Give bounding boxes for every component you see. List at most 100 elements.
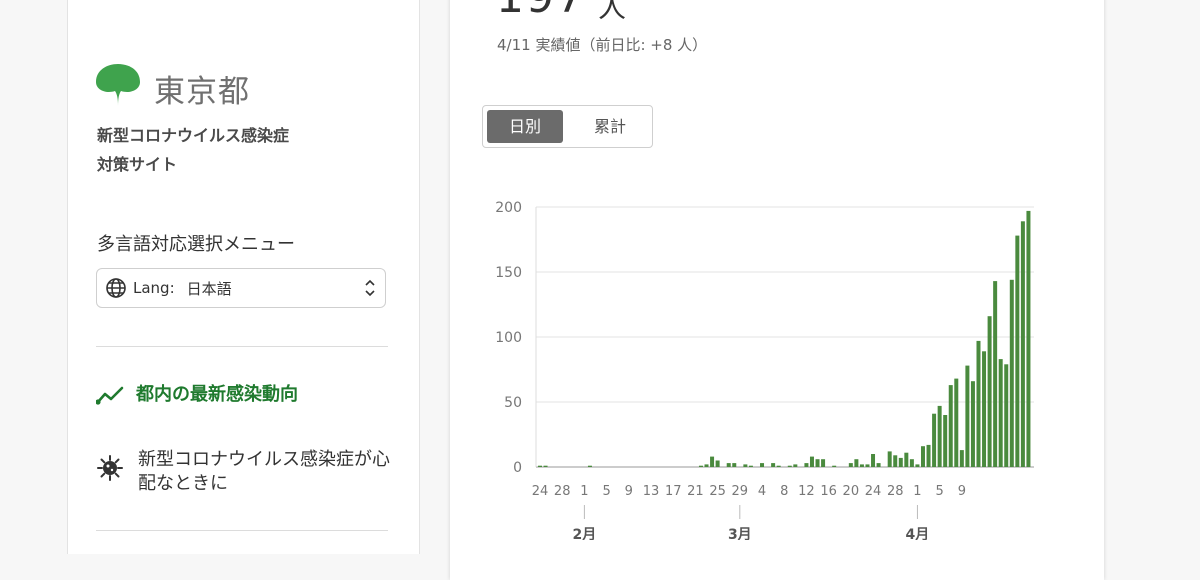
bar xyxy=(909,459,914,467)
virus-icon xyxy=(96,454,124,489)
x-tick-label: 29 xyxy=(732,484,749,499)
bar xyxy=(787,465,792,467)
bar xyxy=(743,464,748,467)
x-tick-label: 28 xyxy=(887,484,904,499)
x-tick-label: 20 xyxy=(843,484,860,499)
divider xyxy=(96,530,388,531)
bar xyxy=(937,405,942,467)
x-tick-label: 25 xyxy=(709,484,726,499)
bar xyxy=(982,351,987,467)
bar xyxy=(970,381,975,467)
nav-item-worried[interactable]: 新型コロナウイルス感染症が心配なときに xyxy=(96,448,398,496)
bar xyxy=(915,464,920,467)
bar xyxy=(848,463,853,467)
x-tick-label: 8 xyxy=(780,484,788,499)
sidebar: 東京都 新型コロナウイルス感染症 対策サイト 多言語対応選択メニュー Lang:… xyxy=(67,0,420,554)
bar xyxy=(726,463,731,467)
site-title-line1: 新型コロナウイルス感染症 xyxy=(97,126,290,145)
month-label: 3月 xyxy=(728,527,752,540)
bar xyxy=(1009,279,1014,467)
site-title[interactable]: 新型コロナウイルス感染症 対策サイト xyxy=(97,121,289,179)
x-tick-label: 13 xyxy=(643,484,660,499)
globe-icon xyxy=(105,277,127,299)
bar xyxy=(715,460,720,467)
bar xyxy=(926,444,931,467)
bar-chart: 20015010050024 28 1 5 9 13 17 21 25 29 4 8 12 16 20 24 2… xyxy=(495,200,1034,543)
x-tick-label: 16 xyxy=(820,484,837,499)
x-tick-label: 1 xyxy=(580,484,588,499)
bar xyxy=(993,281,998,467)
y-tick-label: 150 xyxy=(495,265,522,281)
infection-chart-card: 197 人 4/11 実績値（前日比: +8 人） 日別 累計 20015010… xyxy=(450,0,1104,580)
logo-text: 東京都 xyxy=(154,73,250,110)
chevron-updown-icon xyxy=(363,277,377,303)
y-tick-label: 50 xyxy=(504,395,522,411)
x-tick-label: 28 xyxy=(554,484,571,499)
trend-line-icon xyxy=(95,384,124,411)
divider xyxy=(96,346,388,347)
y-tick-label: 200 xyxy=(495,200,522,216)
bar xyxy=(821,459,826,467)
bar xyxy=(704,464,709,467)
bar xyxy=(871,454,876,467)
x-tick-label: 5 xyxy=(935,484,943,499)
bar xyxy=(948,385,953,467)
tokyo-logo[interactable]: 東京都 xyxy=(96,64,250,112)
bar xyxy=(538,465,542,467)
bar xyxy=(804,463,809,467)
bar xyxy=(698,465,703,467)
bar xyxy=(760,463,765,467)
x-tick-label: 9 xyxy=(958,484,966,499)
nav-label: 新型コロナウイルス感染症が心配なときに xyxy=(138,449,390,494)
lang-prefix: Lang: xyxy=(133,279,175,297)
lang-menu-label: 多言語対応選択メニュー xyxy=(97,234,295,255)
bar xyxy=(1026,210,1031,467)
nav-item-latest-trends[interactable]: 都内の最新感染動向 xyxy=(95,384,298,411)
month-label: 2月 xyxy=(573,527,597,540)
y-tick-label: 100 xyxy=(495,330,522,346)
bar xyxy=(959,450,964,467)
bar xyxy=(865,464,870,467)
x-tick-label: 21 xyxy=(687,484,704,499)
x-tick-label: 4 xyxy=(758,484,766,499)
bar xyxy=(876,463,881,467)
bar xyxy=(771,463,776,467)
bar xyxy=(920,446,925,467)
x-tick-label: 17 xyxy=(665,484,682,499)
bar xyxy=(859,464,864,467)
bar xyxy=(943,415,948,467)
bar xyxy=(587,465,592,467)
bar xyxy=(854,459,859,467)
bar xyxy=(710,456,715,467)
x-tick-label: 1 xyxy=(913,484,921,499)
language-select[interactable]: Lang: 日本語 xyxy=(96,268,386,308)
bar xyxy=(776,465,781,467)
bar xyxy=(987,316,992,467)
chart-area: 200 150 100 50 0 24 28 1 5 9 13 17 21 25 29 4 8 12 16 20 24 2… xyxy=(450,0,1104,544)
bar xyxy=(954,378,959,467)
bar xyxy=(543,465,548,467)
nav-label: 都内の最新感染動向 xyxy=(136,384,298,405)
y-tick-label: 0 xyxy=(513,460,522,476)
bar xyxy=(815,459,820,467)
bar xyxy=(998,359,1003,467)
bar xyxy=(809,456,814,467)
bar xyxy=(1015,235,1020,467)
bar xyxy=(904,452,909,467)
bar xyxy=(732,463,737,467)
bar xyxy=(748,465,753,467)
bar xyxy=(887,451,892,467)
bar xyxy=(1004,364,1009,467)
bar xyxy=(932,413,937,467)
bar xyxy=(976,340,981,467)
x-tick-label: 9 xyxy=(625,484,633,499)
ginkgo-leaf-icon xyxy=(96,64,140,112)
site-title-line2: 対策サイト xyxy=(97,155,178,174)
bar xyxy=(965,365,970,467)
x-tick-label: 24 xyxy=(532,484,549,499)
bar xyxy=(1020,221,1025,467)
month-label: 4月 xyxy=(906,527,930,540)
bar xyxy=(832,465,837,467)
bar xyxy=(898,457,903,467)
bar xyxy=(893,455,898,467)
